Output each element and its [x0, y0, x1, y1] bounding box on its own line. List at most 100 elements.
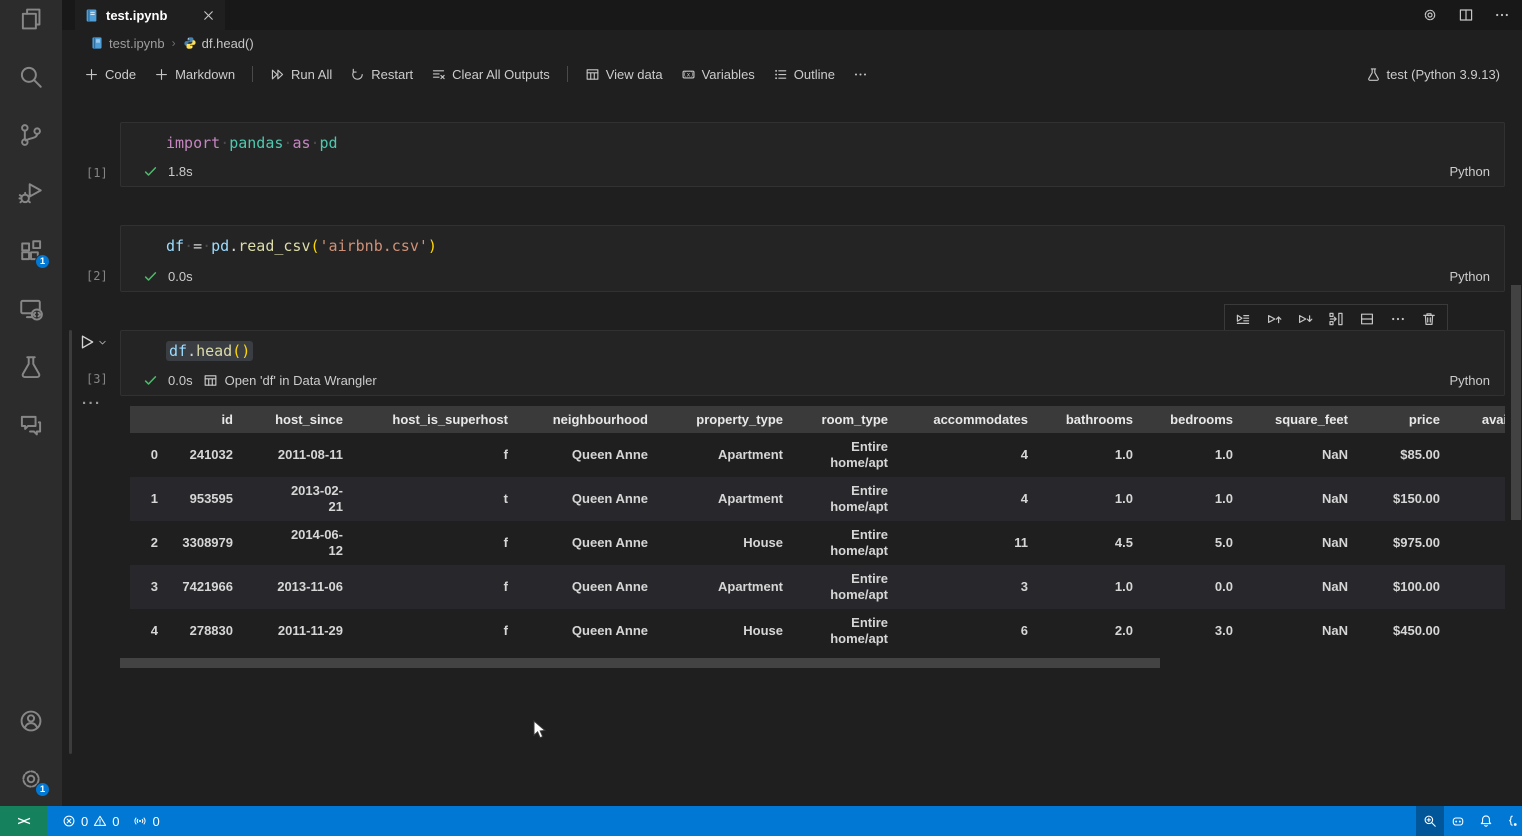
braces-icon [1507, 814, 1521, 828]
code-editor[interactable]: df·=·pd.read_csv('airbnb.csv') [121, 226, 1504, 255]
problems-indicator[interactable]: 0 0 [55, 806, 126, 836]
table-cell: NaN [1245, 609, 1360, 653]
table-cell: Entire home/apt [795, 609, 900, 653]
table-cell: House [660, 521, 795, 565]
add-markdown-cell-button[interactable]: Markdown [146, 63, 243, 86]
table-cell: 2013-02- 21 [245, 477, 355, 521]
robot-icon [1451, 814, 1465, 828]
data-wrangler-icon[interactable] [1328, 311, 1344, 327]
focused-cell-indicator [69, 330, 72, 754]
table-cell: 1.0 [1040, 565, 1145, 609]
remote-icon: >< [17, 814, 29, 828]
success-check-icon [143, 269, 158, 284]
view-data-button[interactable]: View data [577, 63, 671, 86]
error-icon [62, 814, 76, 828]
notebook-content: [1] import·pandas·as·pd 1.8s Python [2] … [62, 92, 1522, 806]
split-editor-icon[interactable] [1458, 7, 1474, 23]
open-in-data-wrangler-button[interactable]: Open 'df' in Data Wrangler [203, 373, 377, 388]
horizontal-scrollbar[interactable] [120, 658, 1160, 668]
search-icon[interactable] [18, 64, 44, 90]
table-cell: 3308979 [170, 521, 245, 565]
tab-label: test.ipynb [106, 8, 167, 23]
tab-bar: test.ipynb [62, 0, 1522, 30]
table-cell: 2014-06- 12 [245, 521, 355, 565]
source-control-icon[interactable] [18, 122, 44, 148]
toolbar-divider [567, 66, 568, 82]
remote-indicator[interactable]: >< [0, 806, 47, 836]
testing-icon[interactable] [18, 354, 44, 380]
table-cell: 3 [900, 565, 1040, 609]
more-actions-icon[interactable] [1390, 311, 1406, 327]
add-code-cell-button[interactable]: Code [76, 63, 144, 86]
kernel-picker-button[interactable]: test (Python 3.9.13) [1358, 63, 1508, 86]
restart-button[interactable]: Restart [342, 63, 421, 86]
notifications-bell[interactable] [1472, 806, 1500, 836]
table-cell: neighbourhood [520, 406, 660, 433]
more-actions-icon[interactable] [1494, 7, 1510, 23]
language-status[interactable] [1500, 806, 1522, 836]
chat-icon[interactable] [18, 412, 44, 438]
breadcrumb-file[interactable]: test.ipynb [90, 36, 165, 51]
code-editor[interactable]: import·pandas·as·pd [121, 123, 1504, 152]
clear-all-outputs-button[interactable]: Clear All Outputs [423, 63, 558, 86]
mouse-cursor [533, 720, 551, 740]
table-cell: NaN [1245, 565, 1360, 609]
robot-indicator[interactable] [1444, 806, 1472, 836]
svg-text:(x): (x) [683, 71, 694, 78]
outline-icon [773, 67, 788, 82]
gear-icon[interactable] [1422, 7, 1438, 23]
tab-close-icon[interactable] [201, 8, 216, 23]
table-cell: NaN [1245, 433, 1360, 477]
table-cell: 278830 [170, 609, 245, 653]
output-more-actions[interactable]: ··· [82, 395, 102, 412]
tab-test-ipynb[interactable]: test.ipynb [75, 0, 225, 30]
extensions-icon[interactable]: 1 [18, 238, 44, 264]
table-cell [1452, 477, 1505, 521]
table-cell: f [355, 521, 520, 565]
data-table-icon [585, 67, 600, 82]
restart-icon [350, 67, 365, 82]
code-editor[interactable]: df.head() [121, 331, 1504, 360]
execute-below-icon[interactable] [1297, 311, 1313, 327]
code-cell-3[interactable]: df.head() 0.0s Open 'df' in Data Wrangle… [120, 330, 1505, 396]
table-cell: $450.00 [1360, 609, 1452, 653]
code-cell-1[interactable]: import·pandas·as·pd 1.8s Python [120, 122, 1505, 187]
run-debug-icon[interactable] [18, 180, 44, 206]
outline-button[interactable]: Outline [765, 63, 843, 86]
play-icon [78, 333, 96, 351]
execute-cells-icon[interactable] [1235, 311, 1251, 327]
breadcrumb: test.ipynb › df.head() [62, 30, 1522, 56]
accounts-icon[interactable] [18, 708, 44, 734]
run-all-button[interactable]: Run All [262, 63, 340, 86]
cell-language[interactable]: Python [1450, 269, 1490, 284]
table-cell: host_is_superhost [355, 406, 520, 433]
table-cell: price [1360, 406, 1452, 433]
table-cell: Apartment [660, 565, 795, 609]
delete-cell-icon[interactable] [1421, 311, 1437, 327]
cell-language[interactable]: Python [1450, 164, 1490, 179]
table-cell [1452, 521, 1505, 565]
zoom-in-icon [1423, 814, 1437, 828]
table-cell: 2011-11-29 [245, 609, 355, 653]
notebook-file-icon [90, 36, 104, 50]
breadcrumb-symbol[interactable]: df.head() [183, 36, 254, 51]
table-cell: Entire home/apt [795, 521, 900, 565]
zoom-indicator[interactable] [1416, 806, 1444, 836]
remote-explorer-icon[interactable] [18, 296, 44, 322]
toolbar-more-button[interactable] [845, 63, 876, 86]
settings-gear-icon[interactable]: 1 [18, 766, 44, 792]
table-cell: Entire home/apt [795, 433, 900, 477]
table-cell: square_feet [1245, 406, 1360, 433]
table-cell: 0 [130, 433, 170, 477]
ports-indicator[interactable]: 0 [126, 806, 166, 836]
code-cell-2[interactable]: df·=·pd.read_csv('airbnb.csv') 0.0s Pyth… [120, 225, 1505, 292]
execute-above-icon[interactable] [1266, 311, 1282, 327]
split-cell-icon[interactable] [1359, 311, 1375, 327]
run-cell-button[interactable] [78, 333, 108, 351]
success-check-icon [143, 373, 158, 388]
variables-button[interactable]: (x) Variables [673, 63, 763, 86]
explorer-icon[interactable] [18, 6, 44, 32]
cell-language[interactable]: Python [1450, 373, 1490, 388]
vertical-scrollbar[interactable] [1511, 285, 1521, 520]
warning-icon [93, 814, 107, 828]
